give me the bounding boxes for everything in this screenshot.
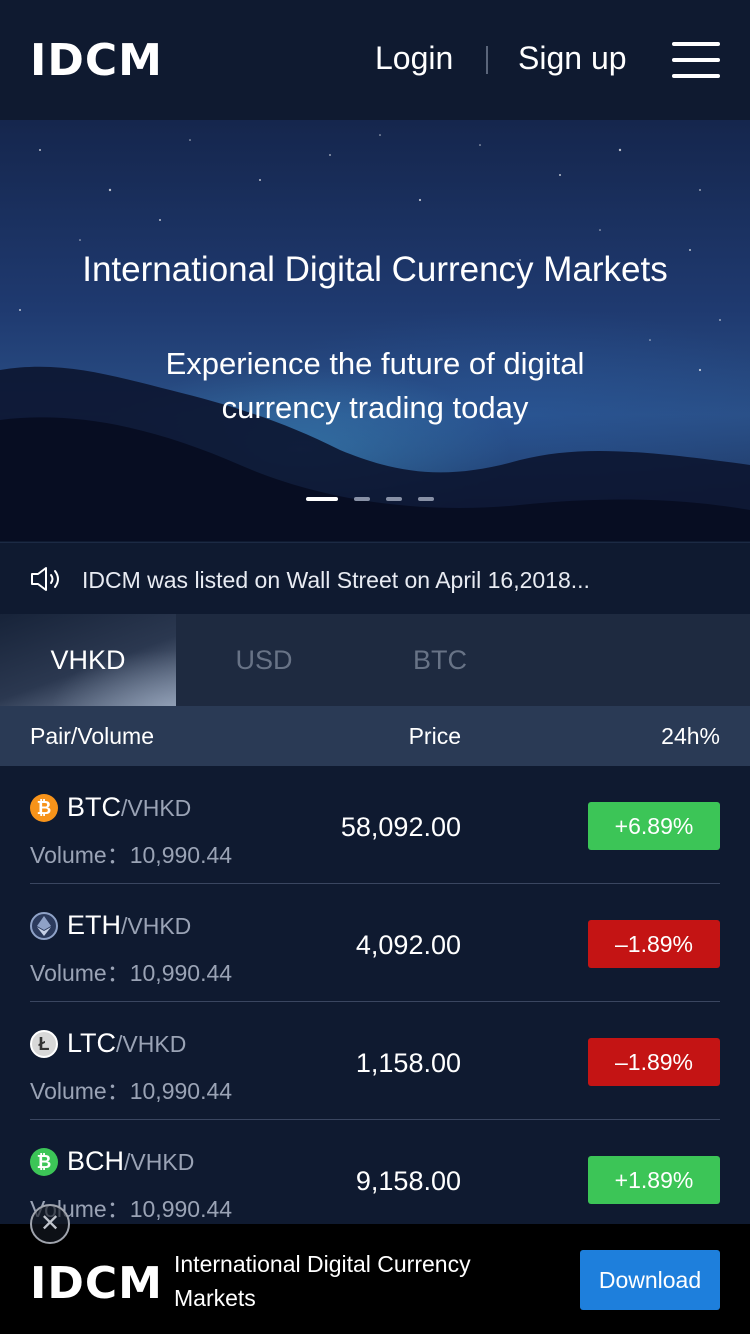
tab-label: USD xyxy=(235,645,293,675)
header-divider xyxy=(486,46,488,74)
pair-symbol: BCH/VHKD xyxy=(67,1146,194,1177)
market-tabs: VHKD USD BTC xyxy=(0,614,750,706)
carousel-indicators[interactable] xyxy=(306,497,434,501)
speaker-icon xyxy=(31,567,59,591)
column-header-price[interactable]: Price xyxy=(300,723,461,750)
banner-title: International Digital Currency Markets xyxy=(82,250,668,289)
price-value: 9,158.00 xyxy=(355,1166,461,1196)
carousel-dot-1[interactable] xyxy=(306,497,338,501)
base-symbol: BCH xyxy=(67,1146,125,1176)
tab-label: VHKD xyxy=(50,645,126,675)
quote-symbol: /VHKD xyxy=(124,1149,195,1175)
price-value: 58,092.00 xyxy=(340,812,461,842)
price-value: 1,158.00 xyxy=(355,1048,461,1078)
logo-text: IDCM xyxy=(30,34,163,86)
table-row[interactable]: ETH/VHKD Volume：10,990.44 4,092.00 –1.89… xyxy=(0,884,750,1002)
carousel-dot-3[interactable] xyxy=(386,497,402,501)
volume-text: Volume：10,990.44 xyxy=(30,842,233,868)
base-symbol: BTC xyxy=(67,792,121,822)
litecoin-icon: Ł xyxy=(30,1030,58,1058)
tab-label: BTC xyxy=(413,645,467,675)
volume-text: Volume：10,990.44 xyxy=(30,1078,233,1104)
change-badge: –1.89% xyxy=(588,1038,720,1086)
quote-symbol: /VHKD xyxy=(121,913,192,939)
quote-symbol: /VHKD xyxy=(116,1031,187,1057)
hamburger-menu-icon[interactable] xyxy=(672,42,720,78)
change-badge: +1.89% xyxy=(588,1156,720,1204)
column-header-pair: Pair/Volume xyxy=(30,723,155,749)
change-badge: +6.89% xyxy=(588,802,720,850)
banner-subtitle: Experience the future of digital currenc… xyxy=(165,346,585,425)
pair-symbol: LTC/VHKD xyxy=(67,1028,186,1059)
price-value: 4,092.00 xyxy=(355,930,461,960)
login-link[interactable]: Login xyxy=(375,40,453,77)
announcement-bar[interactable]: IDCM was listed on Wall Street on April … xyxy=(0,542,750,614)
close-icon[interactable]: ✕ xyxy=(30,1204,70,1244)
idcm-logo[interactable]: IDCM xyxy=(30,35,163,86)
table-row[interactable]: Ł LTC/VHKD Volume：10,990.44 1,158.00 –1.… xyxy=(0,1002,750,1120)
tab-btc[interactable]: BTC xyxy=(352,614,528,706)
logo-text: IDCM xyxy=(30,1258,163,1309)
tab-vhkd[interactable]: VHKD xyxy=(0,614,176,706)
volume-text: Volume：10,990.44 xyxy=(30,960,233,986)
hero-banner[interactable]: International Digital Currency Markets E… xyxy=(0,120,750,541)
download-button[interactable]: Download xyxy=(580,1250,720,1310)
base-symbol: LTC xyxy=(67,1028,117,1058)
bitcoin-icon: ₿ xyxy=(30,794,58,822)
table-row[interactable]: ₿ BTC/VHKD Volume：10,990.44 58,092.00 +6… xyxy=(0,766,750,884)
download-bar-text: International Digital Currency Markets xyxy=(174,1251,471,1311)
table-row[interactable]: ₿ BCH/VHKD Volume：10,990.44 9,158.00 +1.… xyxy=(0,1120,750,1238)
column-header-change[interactable]: 24h% xyxy=(560,723,720,750)
base-symbol: ETH xyxy=(67,910,121,940)
announcement-text: IDCM was listed on Wall Street on April … xyxy=(82,567,590,593)
quote-symbol: /VHKD xyxy=(121,795,192,821)
pair-symbol: BTC/VHKD xyxy=(67,792,191,823)
mountain-silhouette xyxy=(0,366,750,541)
ethereum-icon xyxy=(30,912,58,940)
table-header: Pair/Volume Price 24h% xyxy=(0,706,750,766)
top-header: IDCM Login Sign up xyxy=(0,0,750,120)
pair-symbol: ETH/VHKD xyxy=(67,910,191,941)
carousel-dot-4[interactable] xyxy=(418,497,434,501)
signup-link[interactable]: Sign up xyxy=(518,40,627,77)
download-bar-logo: IDCM xyxy=(30,1258,163,1309)
tab-usd[interactable]: USD xyxy=(176,614,352,706)
change-badge: –1.89% xyxy=(588,920,720,968)
bitcoin-cash-icon: ₿ xyxy=(30,1148,58,1176)
carousel-dot-2[interactable] xyxy=(354,497,370,501)
